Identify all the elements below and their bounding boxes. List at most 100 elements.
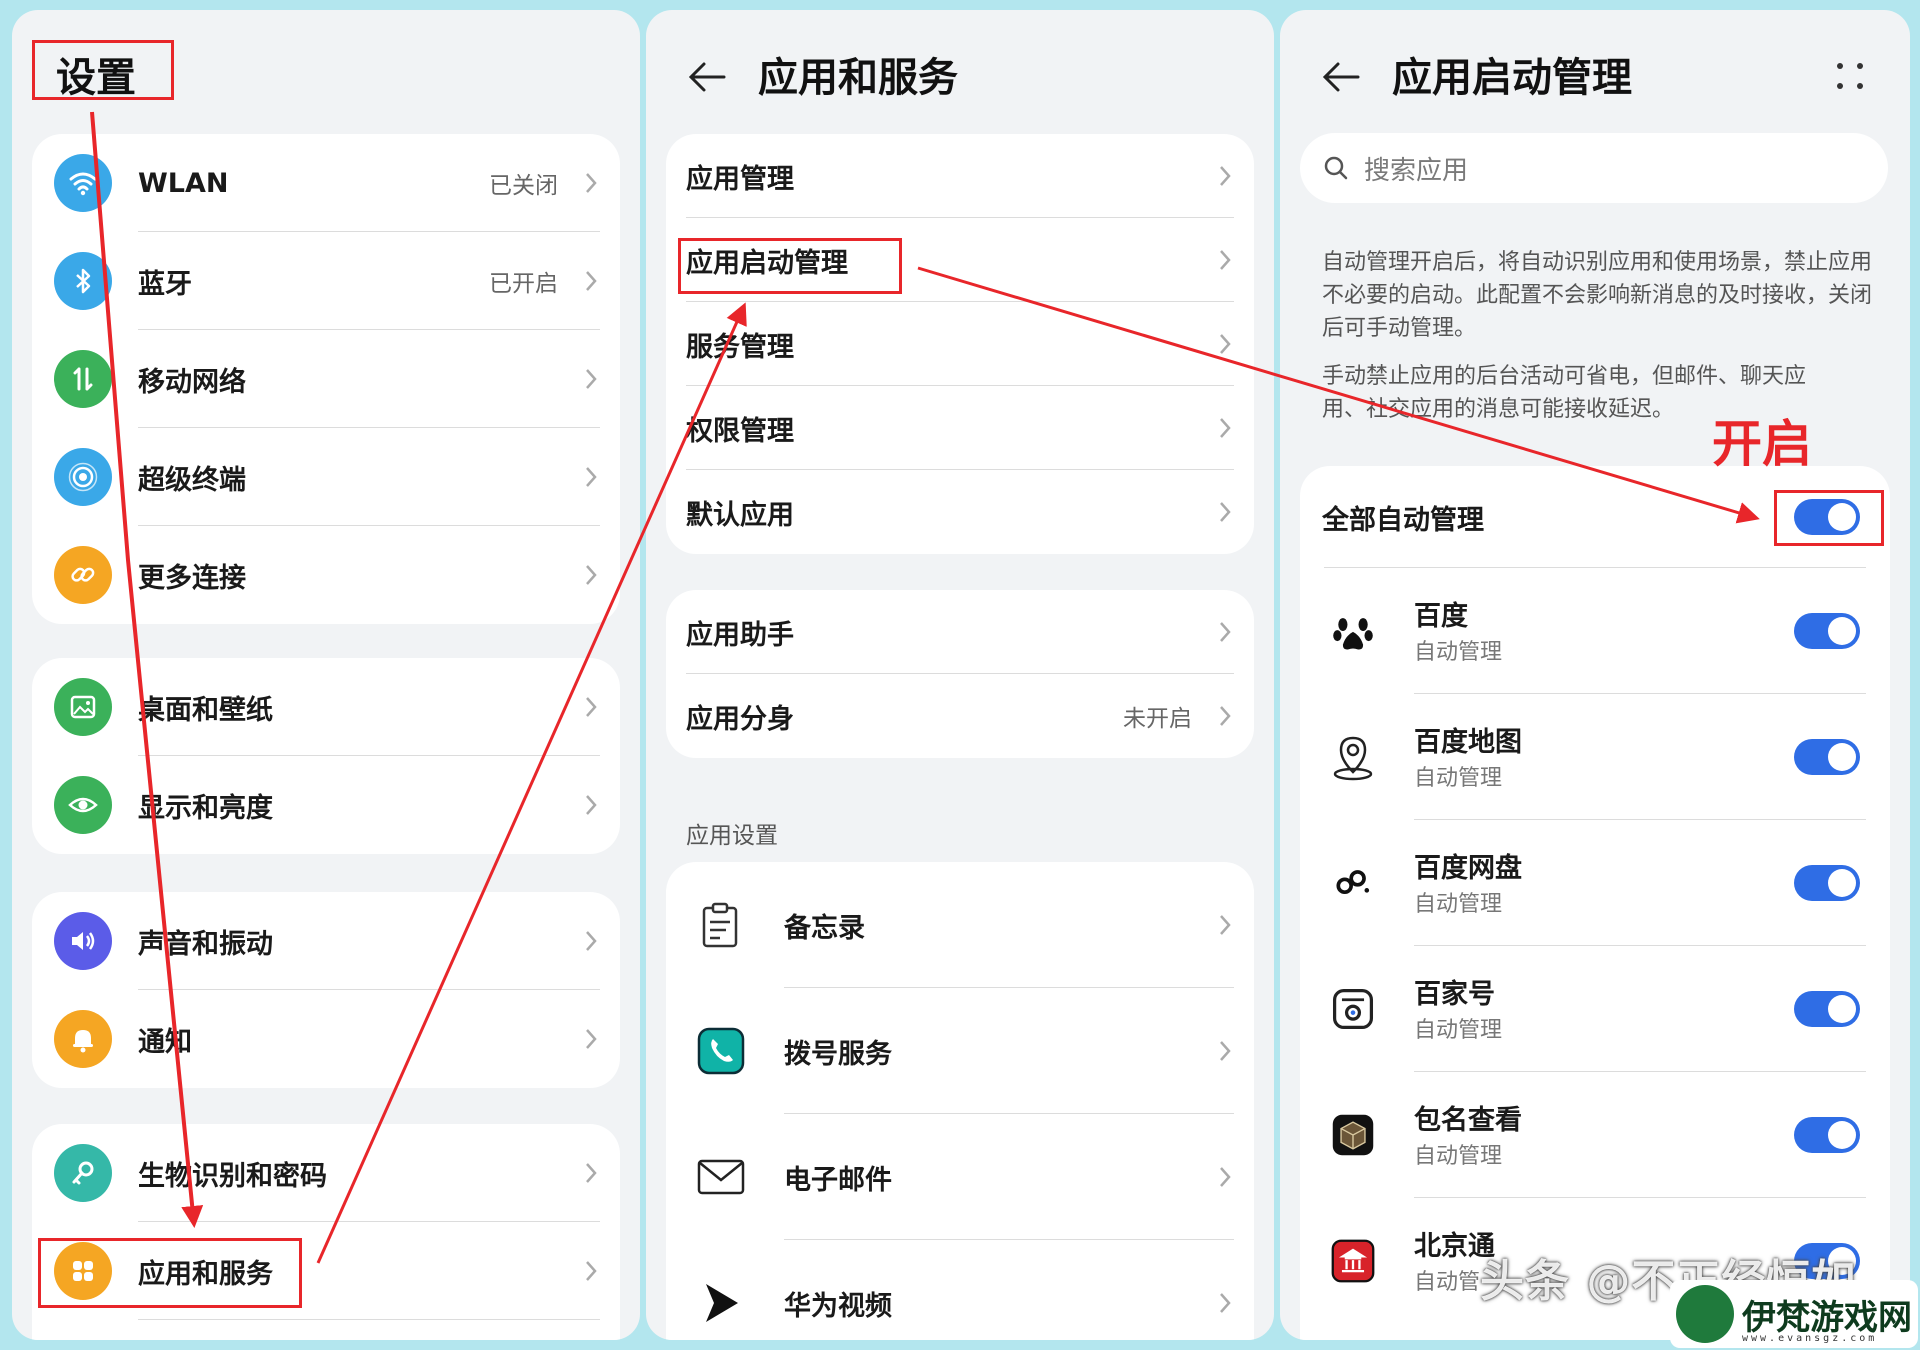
chevron-right-icon <box>1220 250 1231 270</box>
phone-icon <box>697 1027 745 1075</box>
back-arrow-icon[interactable] <box>684 54 730 100</box>
video-icon <box>706 1284 738 1322</box>
settings-item-label: 显示和亮度 <box>138 792 273 824</box>
settings-item-more-connections[interactable]: 更多连接 <box>32 526 620 624</box>
chevron-right-icon <box>1220 1167 1231 1187</box>
baijiahao-icon <box>1328 984 1378 1034</box>
memo-icon <box>702 902 738 948</box>
paw-icon <box>1328 606 1378 656</box>
site-name: 伊梵游戏网 <box>1742 1297 1912 1338</box>
super-device-icon <box>54 448 112 506</box>
beijing-icon <box>1328 1236 1378 1286</box>
wallpaper-icon <box>54 678 112 736</box>
app-toggle[interactable] <box>1794 865 1860 901</box>
settings-item-label: 更多连接 <box>138 562 246 594</box>
connectivity-group: WLAN 已关闭 蓝牙 已开启 移动网络 超级终端 更多连接 <box>32 134 620 624</box>
chevron-right-icon <box>1220 1293 1231 1313</box>
settings-item-wallpaper[interactable]: 桌面和壁纸 <box>32 658 620 756</box>
menu-item-dialer[interactable]: 拨号服务 <box>666 988 1254 1114</box>
menu-item-label: 应用助手 <box>686 619 794 651</box>
chevron-right-icon <box>586 173 597 193</box>
menu-item-app-assistant[interactable]: 应用助手 <box>666 590 1254 674</box>
chevron-right-icon <box>586 467 597 487</box>
chevron-right-icon <box>1220 706 1231 726</box>
back-arrow-icon[interactable] <box>1318 54 1364 100</box>
app-row-baidu-map: 百度地图 自动管理 <box>1300 694 1890 820</box>
settings-item-mobile-network[interactable]: 移动网络 <box>32 330 620 428</box>
mobile-network-icon <box>54 350 112 408</box>
chevron-right-icon <box>1220 915 1231 935</box>
menu-item-label: 电子邮件 <box>784 1164 892 1196</box>
app-name: 百度网盘 <box>1414 853 1522 884</box>
bell-icon <box>54 1010 112 1068</box>
settings-item-label: 超级终端 <box>138 464 246 496</box>
settings-item-wlan[interactable]: WLAN 已关闭 <box>32 134 620 232</box>
app-name: 百度 <box>1414 601 1468 632</box>
highlight-all-auto-toggle <box>1774 490 1884 546</box>
menu-item-permission-management[interactable]: 权限管理 <box>666 386 1254 470</box>
chevron-right-icon <box>586 369 597 389</box>
package-icon <box>1328 1110 1378 1160</box>
chevron-right-icon <box>1220 622 1231 642</box>
apps-services-panel: 应用和服务 应用管理 应用启动管理 服务管理 权限管理 默认应用 应用助手 应用… <box>646 10 1274 1340</box>
app-toggle[interactable] <box>1794 1117 1860 1153</box>
display-group: 桌面和壁纸 显示和亮度 <box>32 658 620 854</box>
highlight-apps-services <box>38 1238 302 1308</box>
menu-item-label: 备忘录 <box>784 912 865 944</box>
sound-group: 声音和振动 通知 <box>32 892 620 1088</box>
app-launch-panel: 应用启动管理 搜索应用 自动管理开启后，将自动识别应用和使用场景，禁止应用不必要… <box>1280 10 1910 1340</box>
chevron-right-icon <box>586 271 597 291</box>
chevron-right-icon <box>586 931 597 951</box>
search-input[interactable]: 搜索应用 <box>1364 150 1468 187</box>
app-management-group: 应用管理 应用启动管理 服务管理 权限管理 默认应用 <box>666 134 1254 554</box>
settings-item-bluetooth[interactable]: 蓝牙 已开启 <box>32 232 620 330</box>
description-auto: 自动管理开启后，将自动识别应用和使用场景，禁止应用不必要的启动。此配置不会影响新… <box>1322 250 1873 341</box>
status-value: 已关闭 <box>489 173 558 199</box>
menu-item-label: 拨号服务 <box>784 1038 892 1070</box>
settings-item-biometrics[interactable]: 生物识别和密码 <box>32 1124 620 1222</box>
settings-item-notification[interactable]: 通知 <box>32 990 620 1088</box>
chevron-right-icon <box>586 1163 597 1183</box>
app-status: 自动管理 <box>1414 892 1503 917</box>
app-toggle[interactable] <box>1794 613 1860 649</box>
menu-item-label: 应用分身 <box>686 703 794 735</box>
app-toggle[interactable] <box>1794 991 1860 1027</box>
menu-item-label: 服务管理 <box>686 331 794 363</box>
menu-item-label: 默认应用 <box>686 499 794 531</box>
app-status: 自动管理 <box>1414 766 1503 791</box>
menu-item-service-management[interactable]: 服务管理 <box>666 302 1254 386</box>
more-options-icon[interactable] <box>1832 58 1868 94</box>
app-toggle[interactable] <box>1794 739 1860 775</box>
status-value: 已开启 <box>489 271 558 297</box>
app-name: 百度地图 <box>1414 727 1522 758</box>
key-icon <box>54 1144 112 1202</box>
site-url: www.evansgz.com <box>1742 1333 1878 1344</box>
annotation-open-label: 开启 <box>1712 415 1812 473</box>
menu-item-default-apps[interactable]: 默认应用 <box>666 470 1254 554</box>
eye-icon <box>54 776 112 834</box>
site-badge: 伊梵游戏网 www.evansgz.com <box>1670 1280 1918 1348</box>
settings-item-display[interactable]: 显示和亮度 <box>32 756 620 854</box>
settings-item-sound[interactable]: 声音和振动 <box>32 892 620 990</box>
chevron-right-icon <box>1220 1041 1231 1061</box>
settings-item-super-device[interactable]: 超级终端 <box>32 428 620 526</box>
menu-item-huawei-video[interactable]: 华为视频 <box>666 1240 1254 1340</box>
sound-icon <box>54 912 112 970</box>
chevron-right-icon <box>1220 166 1231 186</box>
settings-item-label: 蓝牙 <box>138 268 192 300</box>
menu-item-email[interactable]: 电子邮件 <box>666 1114 1254 1240</box>
chevron-right-icon <box>586 1261 597 1281</box>
settings-item-label: 通知 <box>138 1026 192 1058</box>
settings-panel: 设置 WLAN 已关闭 蓝牙 已开启 移动网络 超级终端 更多连接 桌面和壁纸 … <box>12 10 640 1340</box>
search-bar[interactable]: 搜索应用 <box>1300 133 1888 203</box>
app-row-baidu: 百度 自动管理 <box>1300 568 1890 694</box>
menu-item-memo[interactable]: 备忘录 <box>666 862 1254 988</box>
menu-item-app-twin[interactable]: 应用分身 未开启 <box>666 674 1254 758</box>
status-value: 未开启 <box>1123 706 1192 732</box>
page-title: 应用启动管理 <box>1392 55 1632 101</box>
chevron-right-icon <box>586 795 597 815</box>
map-pin-icon <box>1328 732 1378 782</box>
menu-item-app-management[interactable]: 应用管理 <box>666 134 1254 218</box>
bluetooth-icon <box>54 252 112 310</box>
app-row-baidu-netdisk: 百度网盘 自动管理 <box>1300 820 1890 946</box>
